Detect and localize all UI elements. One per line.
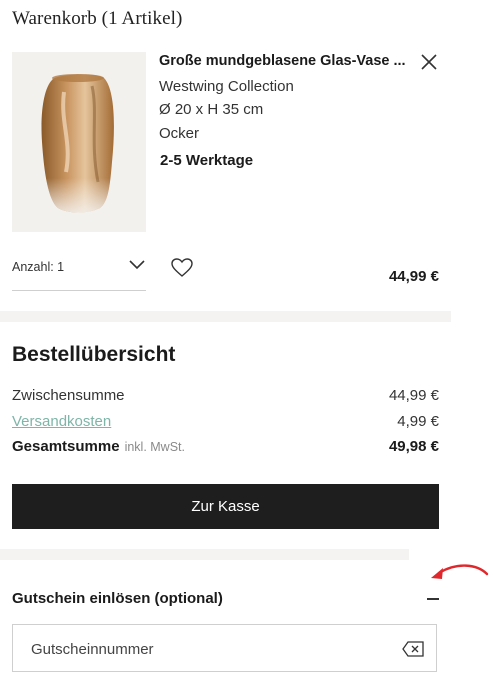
product-brand: Westwing Collection: [159, 78, 294, 95]
heart-icon: [171, 258, 193, 277]
product-color: Ocker: [159, 125, 200, 142]
total-value: 49,98 €: [388, 438, 439, 455]
arrow-icon: [431, 564, 489, 579]
voucher-field[interactable]: [12, 624, 437, 672]
checkout-button[interactable]: Zur Kasse: [12, 484, 439, 529]
quantity-select[interactable]: Anzahl: 1: [12, 254, 146, 291]
product-dimensions: Ø 20 x H 35 cm: [159, 101, 264, 118]
remove-item-button[interactable]: [419, 52, 439, 72]
product-image[interactable]: [12, 52, 146, 232]
delivery-time: 2-5 Werktage: [160, 152, 254, 169]
vase-image: [41, 74, 114, 213]
backspace-icon[interactable]: [402, 641, 424, 657]
quantity-label: Anzahl: 1: [12, 260, 65, 274]
shipping-value: 4,99 €: [397, 413, 439, 430]
product-name[interactable]: Große mundgeblasene Glas-Vase ...: [159, 53, 406, 69]
product-price: 44,99 €: [388, 268, 439, 285]
section-divider: [0, 311, 451, 322]
minus-icon[interactable]: [427, 598, 439, 600]
close-icon: [421, 54, 437, 70]
total-row: Gesamtsumme inkl. MwSt.: [12, 438, 185, 455]
subtotal-label: Zwischensumme: [12, 387, 125, 404]
chevron-down-icon: [129, 260, 145, 270]
voucher-title[interactable]: Gutschein einlösen (optional): [12, 590, 223, 607]
summary-title: Bestellübersicht: [12, 343, 176, 366]
voucher-input[interactable]: [29, 637, 373, 661]
subtotal-value: 44,99 €: [388, 387, 439, 404]
wishlist-button[interactable]: [171, 258, 193, 278]
page-title: Warenkorb (1 Artikel): [12, 8, 183, 29]
section-divider: [0, 549, 409, 560]
shipping-costs-link[interactable]: Versandkosten: [12, 413, 111, 430]
total-label: Gesamtsumme: [12, 438, 120, 455]
tax-note: inkl. MwSt.: [124, 440, 185, 454]
